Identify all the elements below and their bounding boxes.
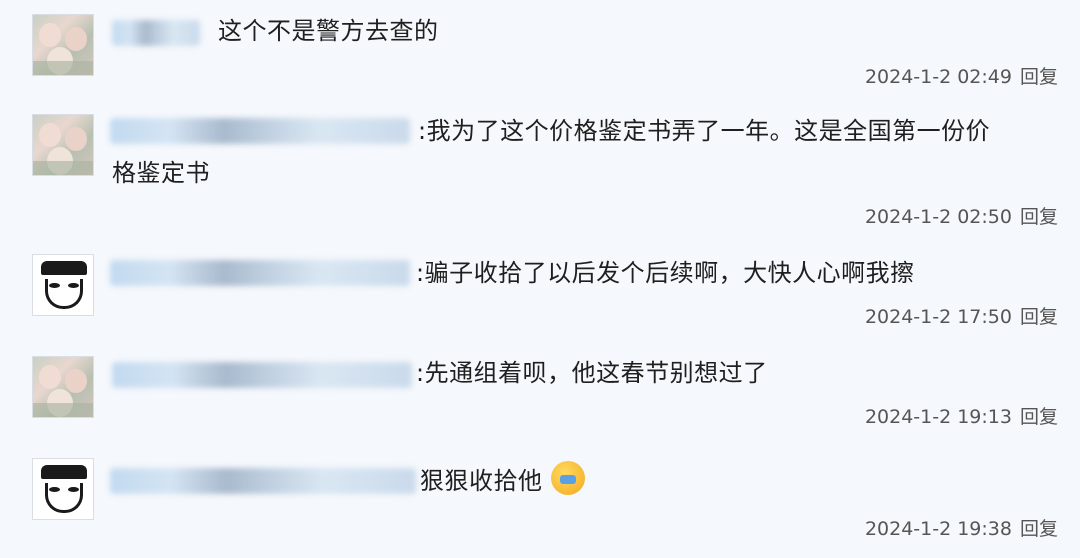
comment-text: :骗子收拾了以后发个后续啊，大快人心啊我擦 <box>416 259 915 287</box>
comment-text: 狠狠收拾他 <box>420 460 585 502</box>
blurred-username <box>112 20 200 46</box>
comment-meta: 2024-1-2 19:38 回复 <box>865 514 1058 541</box>
blurred-username <box>110 260 410 286</box>
blurred-username <box>110 118 410 144</box>
comment-item: :先通组着呗，他这春节别想过了 2024-1-2 19:13 回复 <box>0 342 1080 444</box>
comment-item: :骗子收拾了以后发个后续啊，大快人心啊我擦 2024-1-2 17:50 回复 <box>0 240 1080 342</box>
comment-date: 2024-1-2 19:38 <box>864 518 1012 540</box>
comment-meta: 2024-1-2 02:50 回复 <box>865 202 1058 229</box>
comment-text: :我为了这个价格鉴定书弄了一年。这是全国第一份价 <box>418 117 991 145</box>
comment-item: 这个不是警方去查的 2024-1-2 02:49 回复 <box>0 0 1080 100</box>
blurred-username <box>112 362 412 388</box>
avatar-eye <box>49 487 60 492</box>
avatar[interactable] <box>32 458 94 520</box>
blurred-username <box>110 468 416 494</box>
comment-date: 2024-1-2 02:50 <box>864 206 1012 228</box>
comment-meta: 2024-1-2 17:50 回复 <box>865 302 1058 329</box>
avatar-eye <box>68 283 79 288</box>
avatar[interactable] <box>32 114 94 176</box>
comment-text-continued: 格鉴定书 <box>112 159 210 187</box>
comment-date: 2024-1-2 19:13 <box>864 406 1012 428</box>
comment-date: 2024-1-2 02:49 <box>864 66 1012 88</box>
avatar-eye <box>68 487 79 492</box>
avatar[interactable] <box>32 254 94 316</box>
comment-date: 2024-1-2 17:50 <box>864 306 1012 328</box>
reply-link[interactable]: 回复 <box>1020 66 1058 88</box>
reply-link[interactable]: 回复 <box>1020 406 1058 428</box>
angry-face-emoji-icon <box>550 461 585 495</box>
comment-item: :我为了这个价格鉴定书弄了一年。这是全国第一份价 格鉴定书 2024-1-2 0… <box>0 100 1080 240</box>
reply-link[interactable]: 回复 <box>1020 306 1058 328</box>
comment-text: 这个不是警方去查的 <box>218 17 439 45</box>
reply-link[interactable]: 回复 <box>1020 518 1058 540</box>
avatar-eye <box>49 283 60 288</box>
comment-meta: 2024-1-2 19:13 回复 <box>865 402 1058 429</box>
comment-text-body: 狠狠收拾他 <box>420 467 543 495</box>
reply-link[interactable]: 回复 <box>1020 206 1058 228</box>
avatar[interactable] <box>32 356 94 418</box>
comment-text: :先通组着呗，他这春节别想过了 <box>416 359 768 387</box>
avatar[interactable] <box>32 14 94 76</box>
comment-item: 狠狠收拾他 2024-1-2 19:38 回复 <box>0 444 1080 558</box>
comment-meta: 2024-1-2 02:49 回复 <box>865 62 1058 89</box>
